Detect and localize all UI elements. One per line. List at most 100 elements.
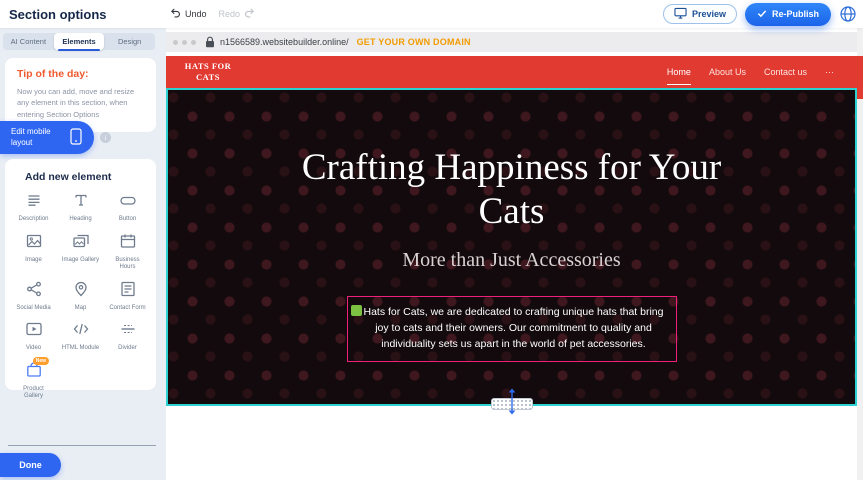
html-module-icon (72, 320, 90, 343)
language-globe-button[interactable] (839, 5, 857, 23)
sidebar: AI Content Elements Design Tip of the da… (0, 28, 166, 480)
info-icon[interactable]: i (100, 132, 111, 143)
add-element-panel: Add new element Description Heading Butt… (5, 159, 156, 390)
image-gallery-icon (72, 232, 90, 255)
element-item-label: Contact Form (109, 305, 145, 313)
element-item-label: Heading (69, 216, 91, 224)
site-header: HATS FOR CATS Home About Us Contact us ·… (166, 56, 857, 88)
element-item-product-gallery[interactable]: New Product Gallery (10, 361, 57, 401)
done-label: Done (19, 460, 42, 470)
site-logo[interactable]: HATS FOR CATS (180, 61, 236, 82)
nav-label: Home (667, 67, 691, 77)
nav-contact-us[interactable]: Contact us (755, 56, 816, 88)
get-domain-link[interactable]: GET YOUR OWN DOMAIN (357, 37, 471, 47)
editor-canvas: n1566589.websitebuilder.online/ GET YOUR… (166, 28, 863, 480)
page-title: Section options (9, 7, 107, 22)
scrollbar-thumb[interactable] (857, 56, 863, 99)
nav-home[interactable]: Home (658, 56, 700, 88)
edit-mobile-layout-button[interactable]: Edit mobile layout (0, 121, 94, 154)
element-item-label: Image Gallery (62, 257, 99, 265)
redo-button[interactable]: Redo (219, 7, 256, 20)
element-item-label: Social Media (16, 305, 50, 313)
new-badge: New (33, 357, 49, 365)
element-item-heading[interactable]: Heading (57, 191, 104, 224)
window-dot (173, 40, 178, 45)
element-type-handle[interactable] (351, 305, 362, 316)
tab-ai-content[interactable]: AI Content (3, 33, 54, 50)
tip-title: Tip of the day: (17, 68, 144, 80)
nav-about-us[interactable]: About Us (700, 56, 755, 88)
element-item-label: Video (26, 345, 41, 353)
element-grid: Description Heading Button Image Image G… (10, 191, 151, 401)
heading-icon (72, 191, 90, 214)
element-item-image[interactable]: Image (10, 232, 57, 272)
globe-icon (839, 10, 857, 27)
hero-section-selected[interactable]: Crafting Happiness for Your Cats More th… (166, 88, 857, 406)
republish-button[interactable]: Re-Publish (745, 3, 831, 26)
nav-label: Contact us (764, 67, 807, 77)
divider-icon (119, 320, 137, 343)
element-item-divider[interactable]: Divider (104, 320, 151, 353)
contact-form-icon (119, 280, 137, 303)
element-item-description[interactable]: Description (10, 191, 57, 224)
top-bar: Section options Undo Redo Preview Re-P (0, 0, 863, 28)
element-item-social-media[interactable]: Social Media (10, 280, 57, 313)
element-item-label: Image (25, 257, 42, 265)
preview-scrollbar[interactable] (857, 28, 863, 480)
history-controls: Undo Redo (170, 7, 255, 20)
tab-design[interactable]: Design (104, 33, 155, 50)
element-item-image-gallery[interactable]: Image Gallery (57, 232, 104, 272)
element-item-label: HTML Module (62, 345, 99, 353)
element-item-label: Divider (118, 345, 137, 353)
window-dot (191, 40, 196, 45)
element-item-html-module[interactable]: HTML Module (57, 320, 104, 353)
tip-body: Now you can add, move and resize any ele… (17, 86, 144, 120)
site-url: n1566589.websitebuilder.online/ (220, 37, 349, 47)
tab-label: Design (118, 37, 141, 46)
element-item-business-hours[interactable]: Business Hours (104, 232, 151, 272)
element-item-label: Business Hours (108, 257, 148, 272)
done-button[interactable]: Done (0, 453, 61, 477)
hero-title[interactable]: Crafting Happiness for Your Cats (302, 146, 722, 235)
undo-icon (170, 7, 181, 20)
resize-arrows-icon (506, 388, 518, 421)
panel-title: Add new element (25, 171, 151, 183)
element-item-map[interactable]: Map (57, 280, 104, 313)
phone-icon (70, 128, 82, 147)
monitor-icon (674, 7, 687, 21)
topbar-actions: Preview Re-Publish (663, 0, 857, 28)
social-media-icon (25, 280, 43, 303)
tab-label: AI Content (11, 37, 46, 46)
undo-label: Undo (185, 9, 207, 19)
element-item-label: Product Gallery (14, 386, 54, 401)
preview-label: Preview (692, 9, 726, 19)
republish-label: Re-Publish (772, 9, 819, 19)
edit-mobile-label: Edit mobile layout (11, 127, 63, 148)
redo-label: Redo (219, 9, 241, 19)
site-preview: HATS FOR CATS Home About Us Contact us ·… (166, 56, 857, 480)
check-icon (757, 9, 767, 20)
browser-bar: n1566589.websitebuilder.online/ GET YOUR… (166, 32, 857, 52)
description-icon (25, 191, 43, 214)
hero-paragraph-selected[interactable]: Hats for Cats, we are dedicated to craft… (347, 296, 677, 362)
hero-subtitle[interactable]: More than Just Accessories (168, 249, 855, 272)
element-item-label: Map (75, 305, 87, 313)
section-resize-handle[interactable] (491, 390, 533, 418)
redo-icon (244, 7, 255, 20)
button-icon (119, 191, 137, 214)
element-item-button[interactable]: Button (104, 191, 151, 224)
hero-paragraph-text: Hats for Cats, we are dedicated to craft… (363, 306, 663, 351)
window-dot (182, 40, 187, 45)
lock-icon (205, 36, 215, 48)
sidebar-divider (8, 445, 156, 446)
section-image (512, 411, 857, 480)
map-icon (72, 280, 90, 303)
sidebar-tabs: AI Content Elements Design (3, 33, 155, 50)
tab-elements[interactable]: Elements (54, 33, 105, 50)
element-item-video[interactable]: Video (10, 320, 57, 353)
element-item-contact-form[interactable]: Contact Form (104, 280, 151, 313)
nav-label: About Us (709, 67, 746, 77)
nav-more-menu[interactable]: ··· (816, 56, 843, 88)
undo-button[interactable]: Undo (170, 7, 207, 20)
preview-button[interactable]: Preview (663, 4, 737, 24)
